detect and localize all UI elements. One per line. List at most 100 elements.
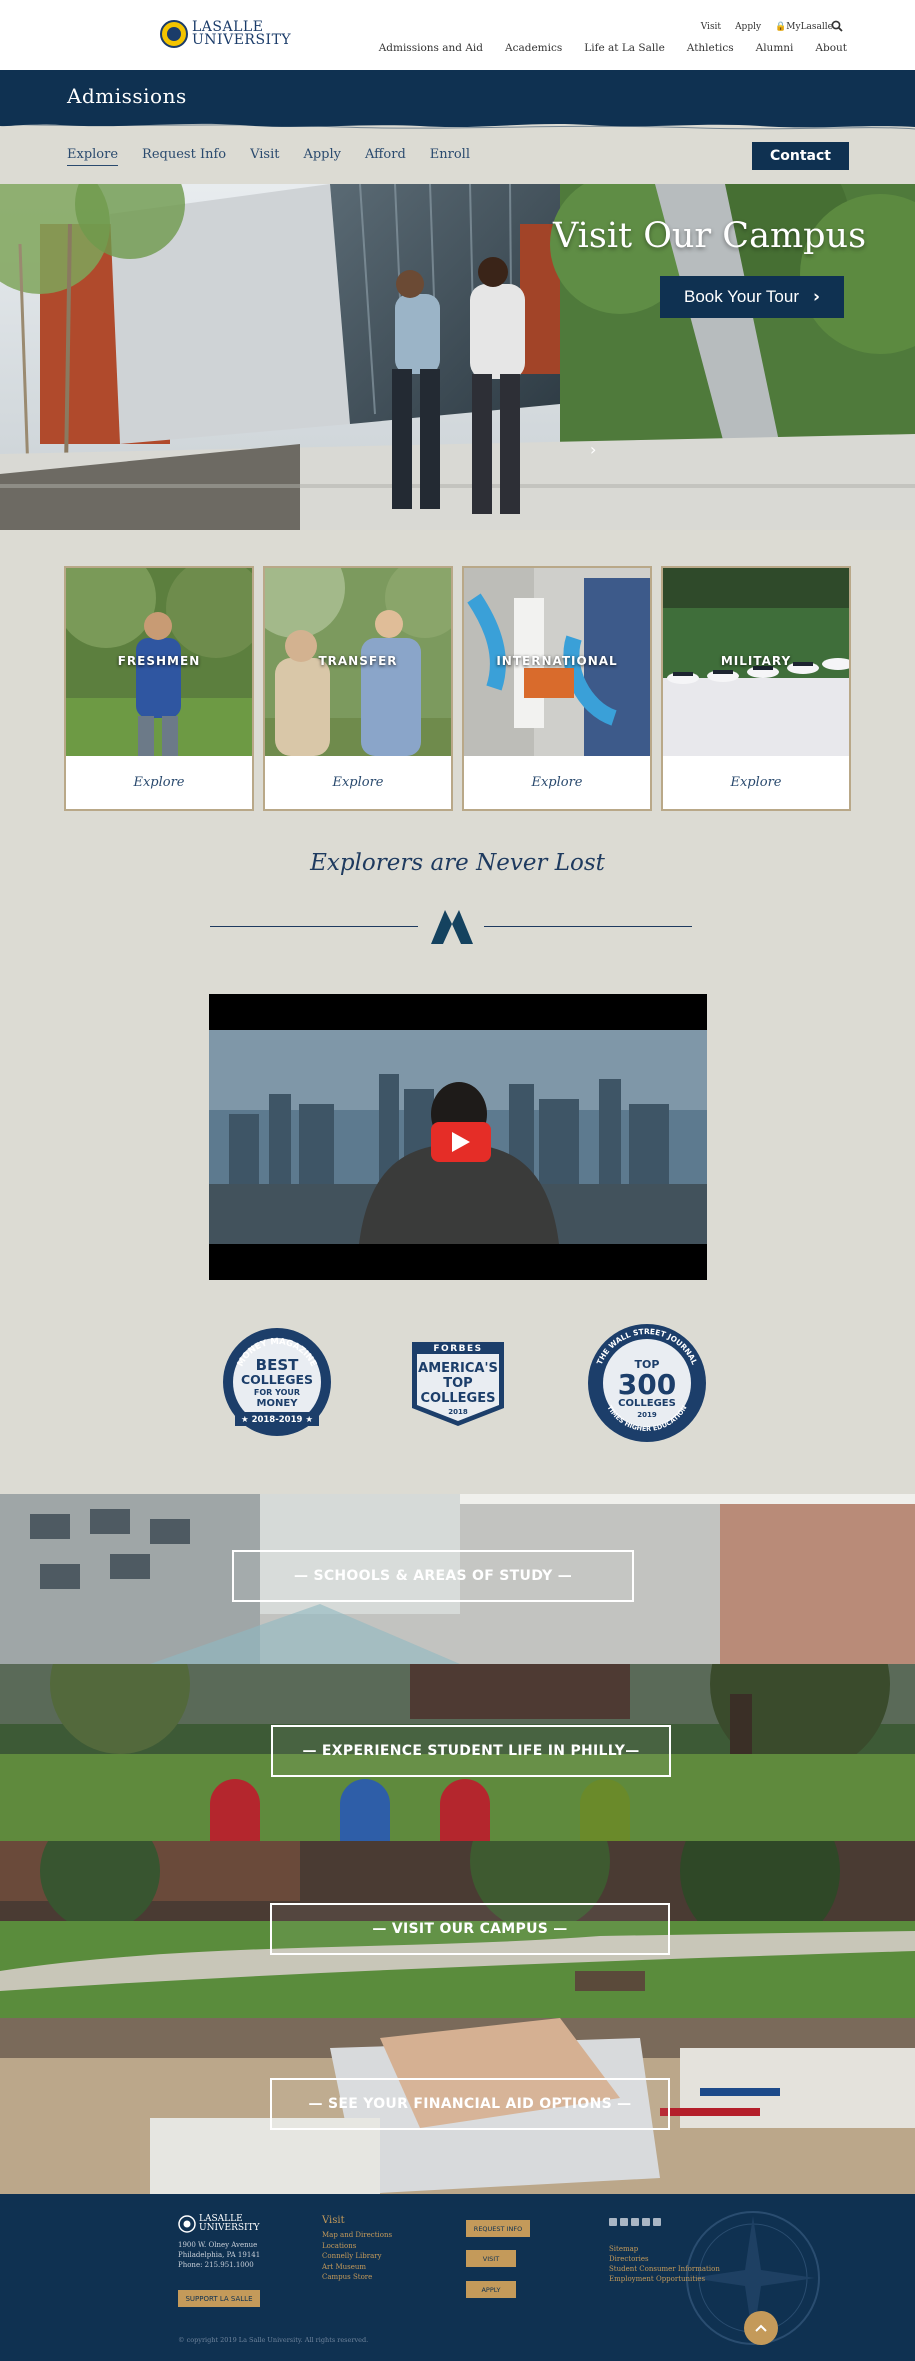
footer-logo-text: LASALLE UNIVERSITY xyxy=(199,2215,260,2233)
subnav-visit[interactable]: Visit xyxy=(250,147,279,166)
footer-visit-heading: Visit xyxy=(322,2215,345,2226)
chevron-right-icon: › xyxy=(812,287,820,307)
footer-link-sitemap[interactable]: Sitemap xyxy=(609,2244,720,2254)
subnav-afford[interactable]: Afford xyxy=(365,147,406,166)
footer-address: 1900 W. Olney Avenue Philadelphia, PA 19… xyxy=(178,2240,260,2270)
divider-left xyxy=(210,926,418,927)
subnav-apply[interactable]: Apply xyxy=(303,147,341,166)
footer-request-info-button[interactable]: REQUEST INFO xyxy=(466,2220,530,2237)
card-military-label: MILITARY xyxy=(720,654,792,668)
address-phone: Phone: 215.951.1000 xyxy=(178,2261,254,2269)
subnav-enroll[interactable]: Enroll xyxy=(430,147,470,166)
address-line-1: 1900 W. Olney Avenue xyxy=(178,2241,258,2249)
card-transfer-label: TRANSFER xyxy=(318,654,398,668)
chevron-up-icon xyxy=(755,2324,767,2332)
card-freshmen-explore[interactable]: Explore xyxy=(66,756,252,809)
footer-visit-button[interactable]: VISIT xyxy=(466,2250,516,2267)
logo-text: LASALLE UNIVERSITY xyxy=(192,20,292,48)
instagram-icon[interactable] xyxy=(642,2218,650,2226)
footer-link-map[interactable]: Map and Directions xyxy=(322,2230,392,2241)
svg-text:COLLEGES: COLLEGES xyxy=(241,1372,313,1387)
footer-apply-button[interactable]: APPLY xyxy=(466,2281,516,2298)
twitter-icon[interactable] xyxy=(609,2218,617,2226)
banner-financial-aid[interactable]: — SEE YOUR FINANCIAL AID OPTIONS — xyxy=(0,2018,915,2194)
site-footer xyxy=(0,2194,915,2361)
slider-next-icon[interactable]: › xyxy=(590,440,596,459)
book-tour-label: Book Your Tour xyxy=(683,287,799,306)
svg-text:COLLEGES: COLLEGES xyxy=(618,1398,676,1409)
contact-button[interactable]: Contact xyxy=(752,142,849,170)
schools-button[interactable]: — SCHOOLS & AREAS OF STUDY — xyxy=(232,1550,634,1602)
site-header: LASALLE UNIVERSITY Visit Apply 🔒MyLasall… xyxy=(0,0,915,70)
facebook-icon[interactable] xyxy=(620,2218,628,2226)
card-transfer-explore[interactable]: Explore xyxy=(265,756,451,809)
visit-campus-button[interactable]: — VISIT OUR CAMPUS — xyxy=(270,1903,670,1955)
banner-schools[interactable]: — SCHOOLS & AREAS OF STUDY — xyxy=(0,1494,915,1664)
svg-text:TOP: TOP xyxy=(443,1376,472,1391)
divider-right xyxy=(484,926,692,927)
book-tour-button[interactable]: Book Your Tour › xyxy=(660,276,844,318)
utility-mylasalle-link[interactable]: 🔒MyLasalle xyxy=(775,22,833,32)
explorer-mark-icon xyxy=(431,910,473,944)
nav-about[interactable]: About xyxy=(815,42,847,54)
svg-text:COLLEGES: COLLEGES xyxy=(421,1391,496,1406)
nav-academics[interactable]: Academics xyxy=(505,42,562,54)
video-play-button[interactable] xyxy=(431,1122,491,1162)
lock-icon: 🔒 xyxy=(775,22,787,32)
back-to-top-button[interactable] xyxy=(744,2311,778,2345)
subnav-items: Explore Request Info Visit Apply Afford … xyxy=(67,147,470,166)
financial-aid-button[interactable]: — SEE YOUR FINANCIAL AID OPTIONS — xyxy=(270,2078,670,2130)
footer-link-art-museum[interactable]: Art Museum xyxy=(322,2262,392,2273)
main-nav: Admissions and Aid Academics Life at La … xyxy=(379,42,847,54)
card-military[interactable]: MILITARY Explore xyxy=(661,566,851,811)
nav-admissions[interactable]: Admissions and Aid xyxy=(379,42,483,54)
search-icon[interactable] xyxy=(831,20,843,32)
student-life-button[interactable]: — EXPERIENCE STUDENT LIFE IN PHILLY— xyxy=(271,1725,671,1777)
linkedin-icon[interactable] xyxy=(631,2218,639,2226)
footer-utility-links: Sitemap Directories Student Consumer Inf… xyxy=(609,2244,720,2284)
student-type-cards: FRESHMEN Explore TRANSFER Explore INTERN… xyxy=(64,566,852,811)
nav-life[interactable]: Life at La Salle xyxy=(584,42,665,54)
logo-seal-icon xyxy=(160,20,188,48)
snapchat-icon[interactable] xyxy=(653,2218,661,2226)
footer-link-directories[interactable]: Directories xyxy=(609,2254,720,2264)
card-international[interactable]: INTERNATIONAL Explore xyxy=(462,566,652,811)
subnav-explore[interactable]: Explore xyxy=(67,147,119,166)
nav-athletics[interactable]: Athletics xyxy=(687,42,734,54)
footer-link-campus-store[interactable]: Campus Store xyxy=(322,2272,392,2283)
copyright: © copyright 2019 La Salle University. Al… xyxy=(178,2336,369,2344)
utility-apply-link[interactable]: Apply xyxy=(735,22,761,32)
svg-text:★ 2018-2019 ★: ★ 2018-2019 ★ xyxy=(241,1415,313,1425)
social-links xyxy=(609,2218,661,2226)
utility-visit-link[interactable]: Visit xyxy=(701,22,721,32)
logo-line-2: UNIVERSITY xyxy=(192,32,292,48)
footer-visit-links: Map and Directions Locations Connelly Li… xyxy=(322,2230,392,2283)
card-transfer[interactable]: TRANSFER Explore xyxy=(263,566,453,811)
play-icon xyxy=(452,1132,470,1152)
utility-nav: Visit Apply 🔒MyLasalle xyxy=(701,22,833,32)
card-military-explore[interactable]: Explore xyxy=(663,756,849,809)
footer-logo[interactable]: LASALLE UNIVERSITY xyxy=(178,2215,260,2233)
mylasalle-label: MyLasalle xyxy=(786,22,833,32)
ranking-badges: MONEY MAGAZINE BEST COLLEGES FOR YOUR MO… xyxy=(0,1320,915,1450)
banner-visit-campus[interactable]: — VISIT OUR CAMPUS — xyxy=(0,1841,915,2018)
lasalle-logo[interactable]: LASALLE UNIVERSITY xyxy=(160,20,291,48)
banner-student-life[interactable]: — EXPERIENCE STUDENT LIFE IN PHILLY— xyxy=(0,1664,915,1841)
footer-link-locations[interactable]: Locations xyxy=(322,2241,392,2252)
svg-text:FORBES: FORBES xyxy=(433,1344,482,1354)
card-freshmen-label: FRESHMEN xyxy=(117,654,201,668)
subnav-request-info[interactable]: Request Info xyxy=(142,147,226,166)
footer-link-consumer-info[interactable]: Student Consumer Information xyxy=(609,2264,720,2274)
footer-seal-icon xyxy=(178,2215,196,2233)
nav-alumni[interactable]: Alumni xyxy=(756,42,794,54)
section-title: Admissions xyxy=(67,84,187,108)
hero-title: Visit Our Campus xyxy=(553,216,867,256)
tagline: Explorers are Never Lost xyxy=(310,850,605,876)
card-freshmen[interactable]: FRESHMEN Explore xyxy=(64,566,254,811)
svg-text:300: 300 xyxy=(618,1368,676,1401)
footer-link-employment[interactable]: Employment Opportunities xyxy=(609,2274,720,2284)
footer-link-library[interactable]: Connelly Library xyxy=(322,2251,392,2262)
card-international-explore[interactable]: Explore xyxy=(464,756,650,809)
support-lasalle-button[interactable]: SUPPORT LA SALLE xyxy=(178,2290,260,2307)
svg-text:2019: 2019 xyxy=(637,1411,657,1419)
